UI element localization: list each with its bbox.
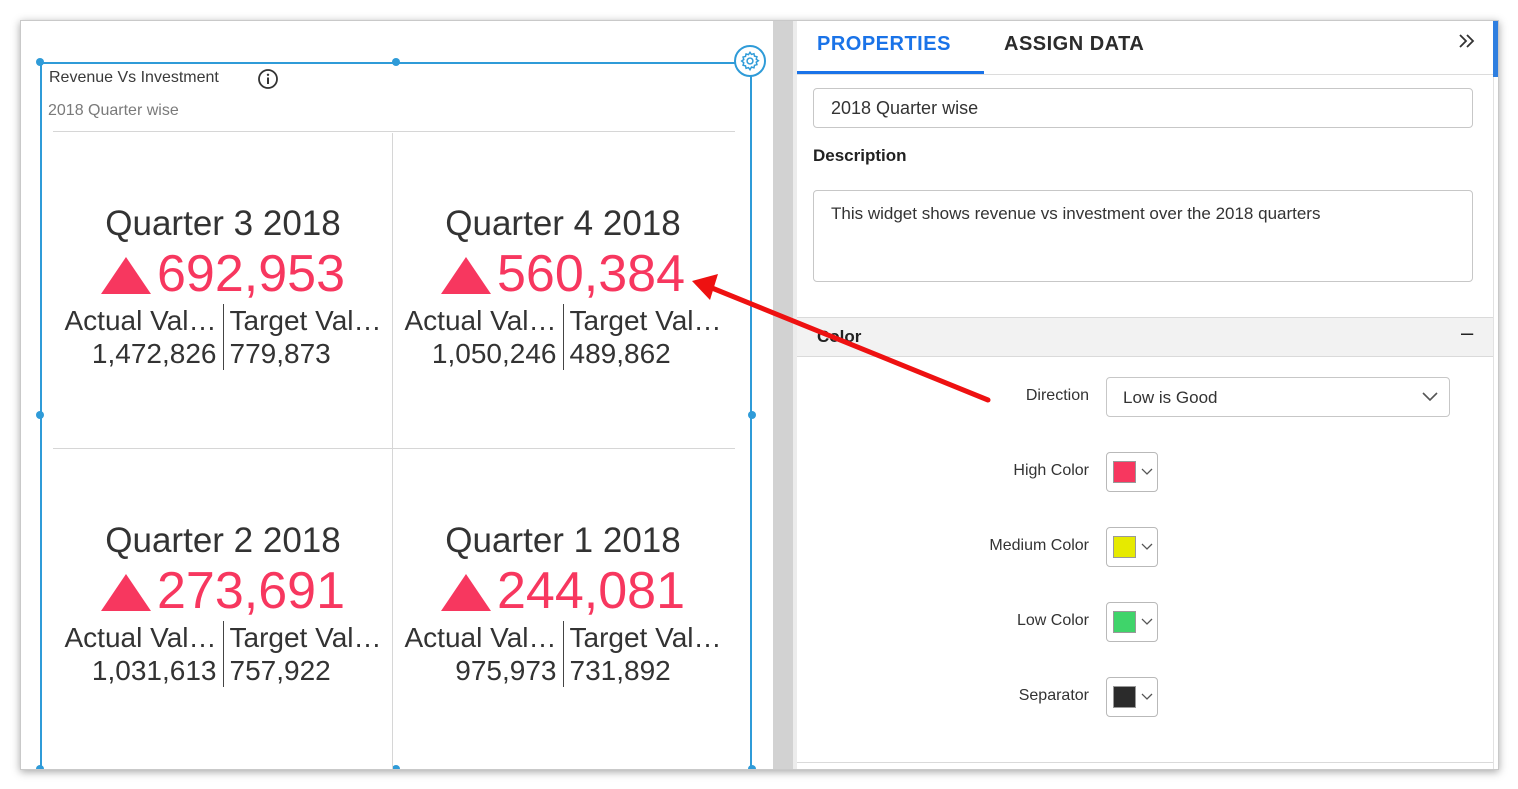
resize-handle-right[interactable] <box>748 411 756 419</box>
low-color-picker[interactable] <box>1106 602 1158 642</box>
direction-label: Direction <box>1025 387 1089 404</box>
target-value: 757,922 <box>229 655 331 686</box>
chevron-down-icon <box>1141 618 1153 625</box>
header-divider <box>53 131 735 132</box>
kpi-value: 244,081 <box>497 562 685 620</box>
actual-value-label: Actual Val… <box>64 622 217 653</box>
trend-up-icon <box>441 573 492 611</box>
high-color-label: High Color <box>1013 462 1089 479</box>
resize-handle-bottom[interactable] <box>392 765 400 769</box>
tab-assign-data[interactable]: ASSIGN DATA <box>1004 33 1144 56</box>
separator-color-swatch <box>1113 686 1136 708</box>
actual-value: 1,031,613 <box>91 655 217 686</box>
resize-handle-top-left[interactable] <box>36 58 44 66</box>
canvas-scrollbar[interactable] <box>773 21 793 769</box>
description-textarea[interactable]: This widget shows revenue vs investment … <box>813 190 1473 282</box>
actual-value: 975,973 <box>455 655 557 686</box>
kpi-value: 273,691 <box>157 562 345 620</box>
kpi-card: Quarter 4 2018 560,384 Actual Val… 1,050… <box>393 204 733 370</box>
widget-name-input[interactable] <box>813 88 1473 128</box>
chevron-down-icon <box>1422 392 1438 402</box>
panel-scroll-track <box>1493 77 1494 769</box>
target-value-label: Target Val… <box>569 305 722 336</box>
color-section-header[interactable]: Color – <box>797 317 1493 357</box>
high-color-swatch <box>1113 461 1136 483</box>
target-value: 489,862 <box>569 338 671 369</box>
color-section-title: Color <box>817 327 862 346</box>
direction-selected-value: Low is Good <box>1123 388 1218 407</box>
target-value: 731,892 <box>569 655 671 686</box>
gear-icon <box>740 50 760 72</box>
trend-up-icon <box>441 256 492 294</box>
tabs-divider <box>797 74 1493 75</box>
widget-subtitle: 2018 Quarter wise <box>48 102 179 119</box>
resize-handle-bottom-left[interactable] <box>36 765 44 769</box>
resize-handle-left[interactable] <box>36 411 44 419</box>
target-value-label: Target Val… <box>229 622 382 653</box>
medium-color-swatch <box>1113 536 1136 558</box>
actual-value: 1,472,826 <box>91 338 217 369</box>
kpi-quarter-label: Quarter 1 2018 <box>445 521 681 560</box>
actual-value-label: Actual Val… <box>404 305 557 336</box>
medium-color-picker[interactable] <box>1106 527 1158 567</box>
medium-color-label: Medium Color <box>989 537 1089 554</box>
kpi-quarter-label: Quarter 4 2018 <box>445 204 681 243</box>
target-value-label: Target Val… <box>569 622 722 653</box>
info-icon[interactable] <box>257 68 279 90</box>
widget-settings-button[interactable] <box>734 45 766 77</box>
widget-title: Revenue Vs Investment <box>49 69 219 86</box>
actual-value-label: Actual Val… <box>404 622 557 653</box>
app-window: Revenue Vs Investment 2018 Quarter wise … <box>20 20 1499 770</box>
panel-scrollbar-thumb[interactable] <box>1493 21 1498 77</box>
actual-value: 1,050,246 <box>431 338 557 369</box>
kpi-card: Quarter 1 2018 244,081 Actual Val… 975,9… <box>393 521 733 687</box>
kpi-card: Quarter 3 2018 692,953 Actual Val… 1,472… <box>53 204 393 370</box>
trend-up-icon <box>101 256 152 294</box>
actual-value-label: Actual Val… <box>64 305 217 336</box>
kpi-quarter-label: Quarter 2 2018 <box>105 521 341 560</box>
grid-divider-horizontal <box>53 448 735 449</box>
separator-color-picker[interactable] <box>1106 677 1158 717</box>
tab-properties[interactable]: PROPERTIES <box>817 33 951 56</box>
kpi-value: 692,953 <box>157 245 345 303</box>
section-bottom-divider <box>797 762 1493 763</box>
kpi-card: Quarter 2 2018 273,691 Actual Val… 1,031… <box>53 521 393 687</box>
target-value: 779,873 <box>229 338 331 369</box>
resize-handle-top[interactable] <box>392 58 400 66</box>
chevron-down-icon <box>1141 543 1153 550</box>
low-color-label: Low Color <box>1016 612 1089 629</box>
target-value-label: Target Val… <box>229 305 382 336</box>
kpi-value: 560,384 <box>497 245 685 303</box>
properties-panel: PROPERTIES ASSIGN DATA Description This … <box>797 21 1498 769</box>
kpi-quarter-label: Quarter 3 2018 <box>105 204 341 243</box>
chevron-down-icon <box>1141 693 1153 700</box>
dashboard-canvas: Revenue Vs Investment 2018 Quarter wise … <box>21 21 773 769</box>
description-label: Description <box>813 146 907 165</box>
collapse-panel-icon[interactable] <box>1455 29 1479 53</box>
trend-up-icon <box>101 573 152 611</box>
high-color-picker[interactable] <box>1106 452 1158 492</box>
chevron-down-icon <box>1141 468 1153 475</box>
resize-handle-bottom-right[interactable] <box>748 765 756 769</box>
direction-dropdown[interactable]: Low is Good <box>1106 377 1450 417</box>
collapse-section-icon[interactable]: – <box>1461 320 1473 346</box>
separator-color-label: Separator <box>1018 687 1089 704</box>
low-color-swatch <box>1113 611 1136 633</box>
